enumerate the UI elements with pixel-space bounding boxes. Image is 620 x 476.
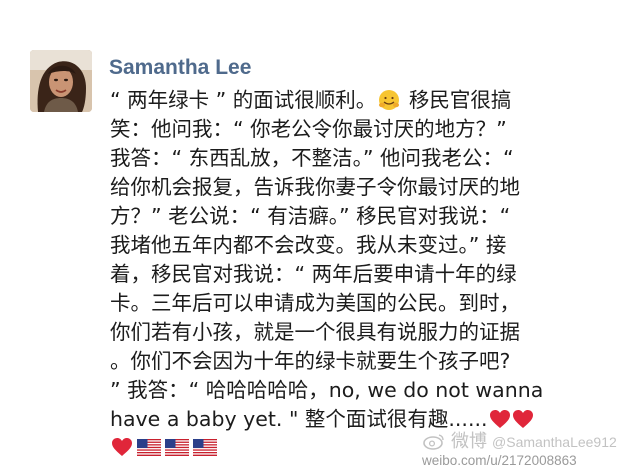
red-heart-icon (112, 438, 132, 456)
us-flag-icon (193, 439, 217, 456)
emoji-row (110, 434, 590, 464)
post-line: 给你机会报复，告诉我你妻子令你最讨厌的地 (110, 175, 520, 199)
red-heart-icon (512, 410, 533, 428)
post-line-text: “ 两年绿卡 ” 的面试很顺利。 (110, 88, 377, 112)
avatar[interactable] (30, 50, 92, 112)
us-flag-icon (137, 439, 161, 456)
post-line-text: 移民官很搞 (402, 88, 512, 112)
post-line: 方？” 老公说：“ 有洁癖。” 移民官对我说：“ (110, 204, 511, 228)
post-line: 。你们不会因为十年的绿卡就要生个孩子吧? (110, 349, 511, 373)
hugging-face-icon (379, 90, 400, 110)
post-line: 卡。三年后可以申请成为美国的公民。到时， (110, 291, 520, 315)
post-line: 你们若有小孩，就是一个很具有说服力的证据 (110, 320, 520, 344)
weibo-post: Samantha Lee “ 两年绿卡 ” 的面试很顺利。 移民官很搞 笑：他问… (0, 0, 620, 476)
post-line: 着，移民官对我说：“ 两年后要申请十年的绿 (110, 262, 517, 286)
post-line-text: have a baby yet. " 整个面试很有趣...... (110, 407, 488, 431)
profile-photo-icon (30, 50, 92, 112)
post-line: “ 两年绿卡 ” 的面试很顺利。 移民官很搞 (110, 86, 590, 115)
post-text: “ 两年绿卡 ” 的面试很顺利。 移民官很搞 笑：他问我：“ 你老公令你最讨厌的… (110, 86, 590, 464)
post-line: 我堵他五年内都不会改变。我从未变过。” 接 (110, 233, 507, 257)
post-line: 笑：他问我：“ 你老公令你最讨厌的地方？” (110, 117, 507, 141)
author-name[interactable]: Samantha Lee (109, 56, 251, 80)
red-heart-icon (489, 410, 510, 428)
post-line: have a baby yet. " 整个面试很有趣...... (110, 405, 590, 434)
post-line: ” 我答：“ 哈哈哈哈哈，no, we do not wanna (110, 378, 544, 402)
us-flag-icon (165, 439, 189, 456)
post-line: 我答：“ 东西乱放，不整洁。” 他问我老公：“ (110, 146, 514, 170)
